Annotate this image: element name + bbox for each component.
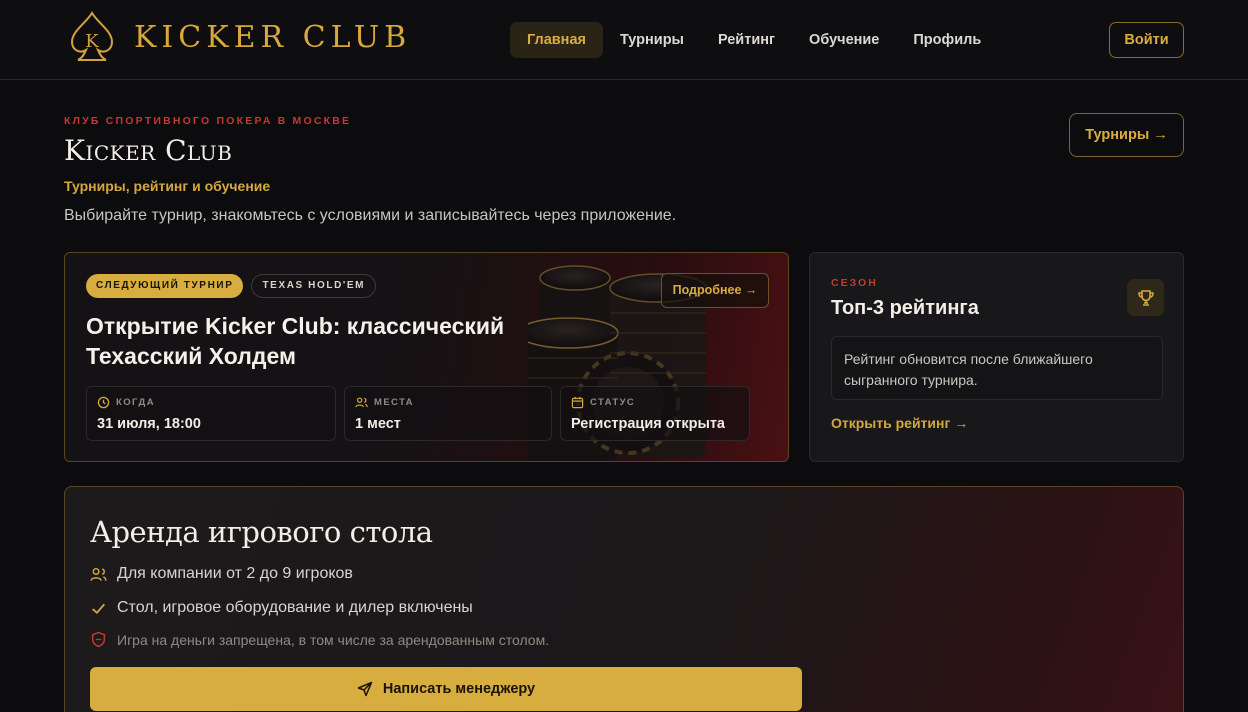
info-status: СТАТУС Регистрация открыта: [560, 386, 750, 441]
contact-manager-button[interactable]: Написать менеджеру: [90, 667, 802, 711]
tournament-badges: СЛЕДУЮЩИЙ ТУРНИР TEXAS HOLD'EM: [86, 274, 377, 298]
trophy-icon-box: [1127, 279, 1164, 316]
hero-eyebrow: КЛУБ СПОРТИВНОГО ПОКЕРА В МОСКВЕ: [64, 115, 352, 127]
rent-included-text: Стол, игровое оборудование и дилер включ…: [117, 599, 473, 616]
nav-item-home[interactable]: Главная: [510, 22, 603, 58]
tournament-title: Открытие Kicker Club: классический Техас…: [86, 313, 505, 369]
rent-players-text: Для компании от 2 до 9 игроков: [117, 565, 353, 582]
rent-warning-text: Игра на деньги запрещена, в том числе за…: [117, 631, 550, 648]
nav-item-tournaments[interactable]: Турниры: [603, 22, 701, 58]
logo-letter: K: [85, 31, 99, 52]
when-value: 31 июля, 18:00: [97, 416, 201, 432]
nav-item-profile[interactable]: Профиль: [896, 22, 998, 58]
top-header: K KICKER CLUB Главная Турниры Рейтинг Об…: [0, 0, 1248, 80]
rent-included-line: Стол, игровое оборудование и дилер включ…: [90, 599, 473, 617]
rent-players-line: Для компании от 2 до 9 игроков: [90, 565, 353, 583]
page-title: Kicker Club: [64, 134, 233, 167]
hero-subtitle: Турниры, рейтинг и обучение: [64, 178, 271, 194]
logo[interactable]: K KICKER CLUB: [64, 9, 411, 65]
info-seats: МЕСТА 1 мест: [344, 386, 552, 441]
nav-item-rating[interactable]: Рейтинг: [701, 22, 792, 58]
spade-logo-icon: K: [70, 11, 114, 61]
send-icon: [357, 681, 373, 697]
season-title: Топ-3 рейтинга: [831, 297, 979, 319]
next-tournament-card: СЛЕДУЮЩИЙ ТУРНИР TEXAS HOLD'EM Подробнее…: [64, 252, 789, 462]
season-card: СЕЗОН Топ-3 рейтинга Рейтинг обновится п…: [809, 252, 1184, 462]
season-eyebrow: СЕЗОН: [831, 277, 878, 289]
hero-description: Выбирайте турнир, знакомьтесь с условиям…: [64, 207, 677, 224]
trophy-icon: [1137, 289, 1154, 306]
rating-note: Рейтинг обновится после ближайшего сыгра…: [831, 336, 1163, 400]
users-icon: [355, 397, 368, 408]
next-tournament-badge: СЛЕДУЮЩИЙ ТУРНИР: [86, 274, 244, 298]
rent-title: Аренда игрового стола: [90, 515, 433, 549]
info-when: КОГДА 31 июля, 18:00: [86, 386, 336, 441]
login-button[interactable]: Войти: [1109, 22, 1184, 58]
clock-icon: [97, 396, 110, 409]
shield-icon: [91, 631, 106, 648]
check-icon: [92, 603, 106, 614]
seats-label: МЕСТА: [374, 397, 414, 408]
logo-text: KICKER CLUB: [134, 19, 412, 55]
calendar-icon: [571, 396, 584, 409]
more-details-button[interactable]: Подробнее →: [661, 273, 769, 308]
status-value: Регистрация открыта: [571, 416, 725, 432]
users-icon: [90, 567, 107, 581]
nav-item-learning[interactable]: Обучение: [792, 22, 896, 58]
main-nav: Главная Турниры Рейтинг Обучение Профиль: [510, 22, 998, 58]
when-label: КОГДА: [116, 397, 155, 408]
status-label: СТАТУС: [590, 397, 636, 408]
tournaments-button[interactable]: Турниры →: [1069, 113, 1184, 157]
open-rating-link[interactable]: Открыть рейтинг →: [831, 415, 968, 431]
game-type-badge: TEXAS HOLD'EM: [251, 274, 377, 298]
contact-manager-label: Написать менеджеру: [382, 681, 536, 697]
seats-value: 1 мест: [355, 416, 401, 432]
table-rent-card: Аренда игрового стола Для компании от 2 …: [64, 486, 1184, 712]
rent-warning-line: Игра на деньги запрещена, в том числе за…: [90, 631, 549, 648]
